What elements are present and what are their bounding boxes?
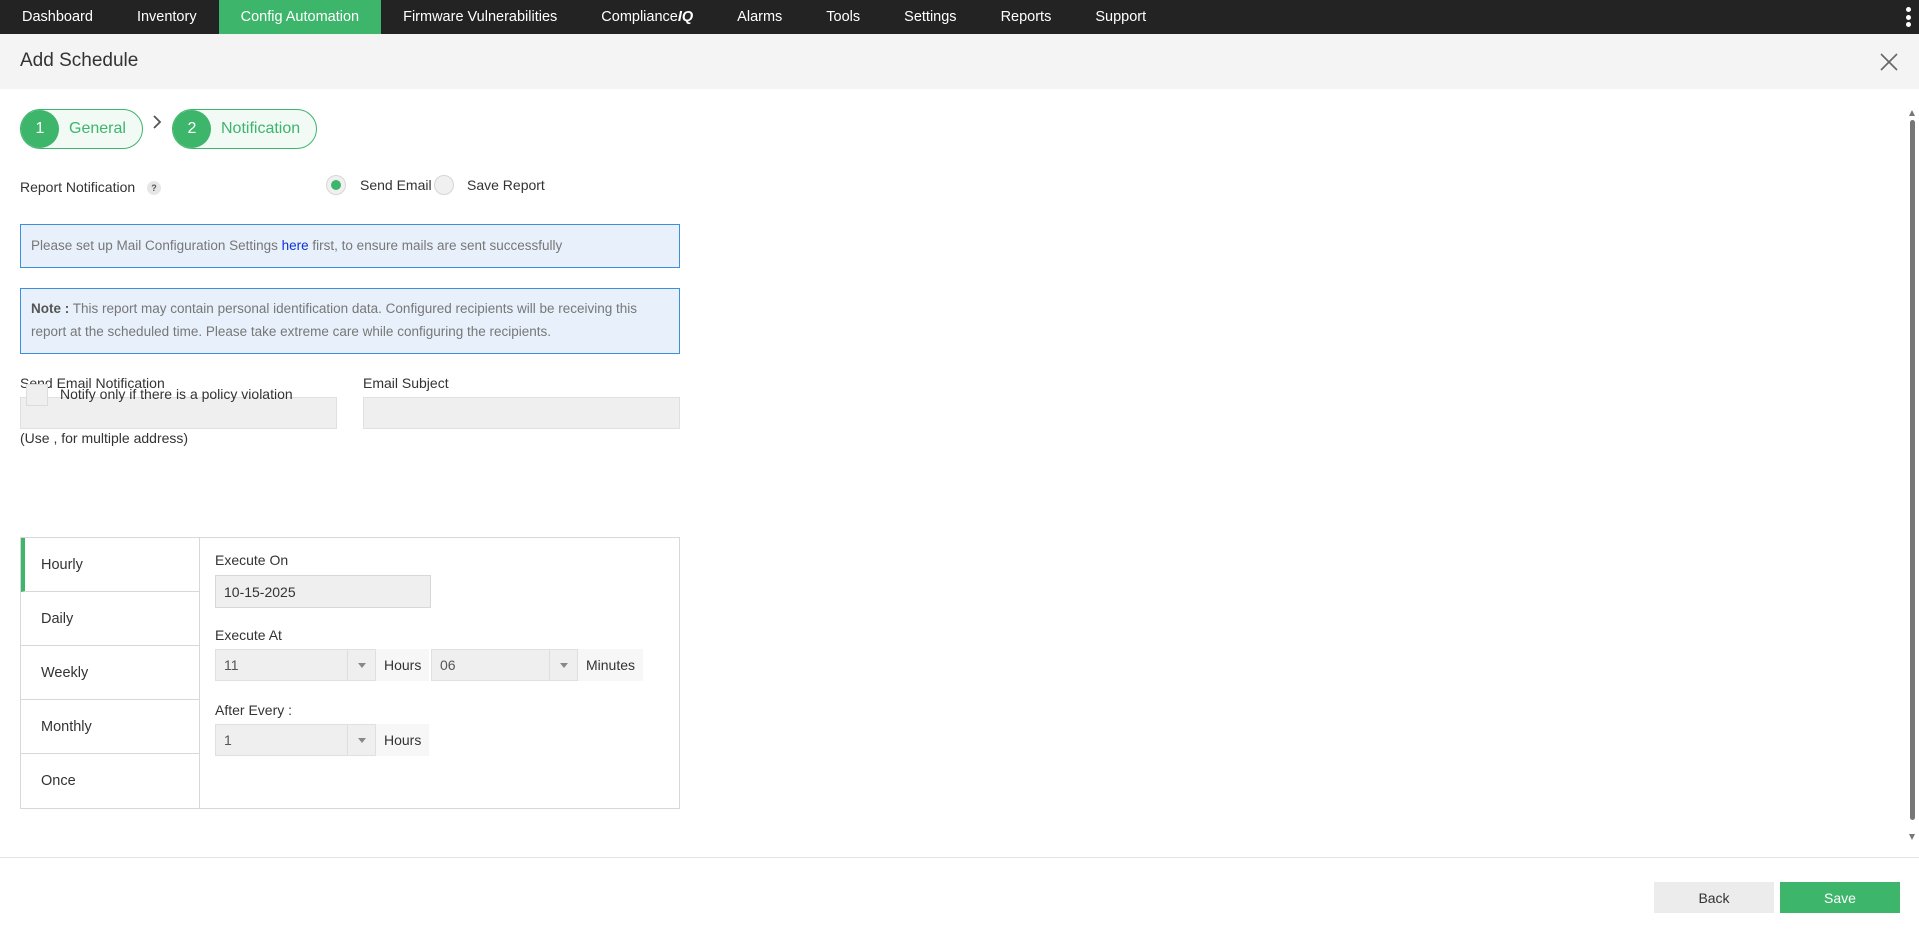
close-icon[interactable]: [1879, 52, 1899, 72]
nav-config-automation[interactable]: Config Automation: [218, 0, 382, 34]
schedule-tabs: Hourly Daily Weekly Monthly Once: [21, 538, 200, 808]
hours-select[interactable]: 11: [215, 649, 376, 681]
chevron-down-icon: [549, 650, 577, 680]
chevron-down-icon: [347, 725, 375, 755]
tab-daily[interactable]: Daily: [21, 592, 199, 646]
chevron-down-icon: [347, 650, 375, 680]
note-text: This report may contain personal identif…: [31, 301, 638, 339]
step-number: 1: [21, 110, 59, 148]
mail-config-info: Please set up Mail Configuration Setting…: [20, 224, 680, 268]
mail-info-prefix: Please set up Mail Configuration Setting…: [31, 238, 282, 253]
step-general[interactable]: 1 General: [20, 109, 143, 149]
email-subject-input[interactable]: [363, 397, 680, 429]
nav-firmware-vulnerabilities[interactable]: Firmware Vulnerabilities: [381, 0, 579, 34]
back-button[interactable]: Back: [1654, 882, 1774, 913]
minutes-value: 06: [440, 657, 456, 673]
nav-compliance-label: Compliance: [601, 9, 678, 25]
note-label: Note :: [31, 301, 70, 316]
minutes-select[interactable]: 06: [431, 649, 578, 681]
policy-violation-checkbox[interactable]: [26, 384, 48, 406]
mail-info-suffix: first, to ensure mails are sent successf…: [308, 238, 563, 253]
step-number: 2: [173, 110, 211, 148]
nav-tools[interactable]: Tools: [804, 0, 882, 34]
mail-config-link[interactable]: here: [282, 238, 309, 253]
tab-monthly[interactable]: Monthly: [21, 700, 199, 754]
nav-dashboard[interactable]: Dashboard: [0, 0, 115, 34]
execute-on-date-input[interactable]: 10-15-2025: [215, 575, 431, 608]
email-subject-label: Email Subject: [363, 375, 449, 391]
vertical-scrollbar[interactable]: [1906, 110, 1919, 840]
recipients-hint: (Use , for multiple address): [20, 430, 189, 446]
minutes-unit: Minutes: [578, 649, 644, 681]
scroll-down-arrow-icon[interactable]: [1909, 834, 1915, 840]
more-vertical-icon[interactable]: [1905, 7, 1911, 27]
step-notification[interactable]: 2 Notification: [172, 109, 318, 149]
tab-weekly[interactable]: Weekly: [21, 646, 199, 700]
scroll-up-arrow-icon[interactable]: [1909, 110, 1915, 116]
nav-compliance-iq[interactable]: Compliance IQ: [579, 0, 715, 34]
nav-alarms[interactable]: Alarms: [715, 0, 804, 34]
help-icon[interactable]: ?: [147, 181, 161, 195]
nav-compliance-iq-suffix: IQ: [677, 9, 694, 25]
hours-unit: Hours: [376, 649, 430, 681]
report-notification-label: Report Notification: [20, 179, 136, 195]
nav-reports[interactable]: Reports: [979, 0, 1074, 34]
schedule-panel: Hourly Daily Weekly Monthly Once Execute…: [20, 537, 680, 809]
schedule-form: 1 General 2 Notification Report Notifica…: [0, 89, 1919, 857]
form-footer: Back Save: [0, 857, 1919, 938]
chevron-right-icon: [153, 115, 162, 129]
after-every-unit: Hours: [376, 724, 430, 756]
hours-value: 11: [224, 657, 239, 673]
policy-violation-label: Notify only if there is a policy violati…: [60, 386, 293, 402]
save-report-radio[interactable]: [434, 175, 454, 195]
step-label: Notification: [221, 120, 301, 137]
send-email-label: Send Email: [360, 177, 432, 193]
page-title: Add Schedule: [20, 50, 139, 71]
execute-on-label: Execute On: [215, 552, 289, 568]
tab-once[interactable]: Once: [21, 754, 199, 808]
after-every-label: After Every :: [215, 702, 293, 718]
send-email-radio[interactable]: [326, 175, 346, 195]
scroll-thumb[interactable]: [1910, 120, 1915, 820]
nav-inventory[interactable]: Inventory: [115, 0, 219, 34]
page-header: Add Schedule: [0, 34, 1919, 89]
nav-settings[interactable]: Settings: [882, 0, 978, 34]
execute-at-label: Execute At: [215, 627, 282, 643]
after-every-select[interactable]: 1: [215, 724, 376, 756]
nav-support[interactable]: Support: [1073, 0, 1168, 34]
save-report-label: Save Report: [467, 177, 545, 193]
privacy-note: Note : This report may contain personal …: [20, 288, 680, 354]
step-label: General: [69, 120, 126, 137]
tab-hourly[interactable]: Hourly: [21, 538, 199, 592]
top-nav: Dashboard Inventory Config Automation Fi…: [0, 0, 1919, 34]
save-button[interactable]: Save: [1780, 882, 1900, 913]
after-every-value: 1: [224, 732, 232, 748]
